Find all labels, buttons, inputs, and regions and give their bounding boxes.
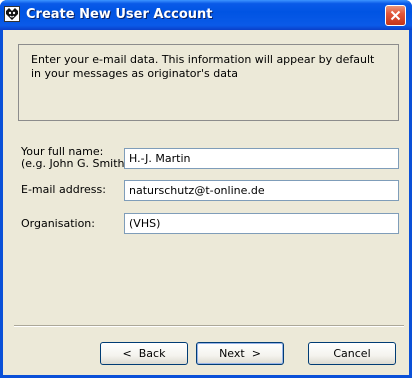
organisation-label: Organisation:	[21, 218, 95, 230]
info-text: Enter your e-mail data. This information…	[31, 53, 375, 80]
full-name-label: Your full name: (e.g. John G. Smith)	[21, 146, 129, 170]
email-field[interactable]	[124, 180, 399, 201]
close-icon	[390, 10, 401, 21]
back-button[interactable]: < Back	[100, 342, 188, 365]
dialog-window: Create New User Account Enter your e-mai…	[0, 0, 412, 378]
full-name-hint: (e.g. John G. Smith)	[21, 157, 129, 170]
organisation-label-text: Organisation:	[21, 217, 95, 230]
email-label-text: E-mail address:	[21, 183, 106, 196]
button-separator	[14, 325, 404, 327]
window-title: Create New User Account	[26, 7, 213, 22]
email-label: E-mail address:	[21, 184, 106, 196]
back-button-label: < Back	[122, 347, 166, 360]
title-bar[interactable]: Create New User Account	[0, 0, 412, 30]
full-name-field[interactable]	[124, 148, 399, 169]
info-box: Enter your e-mail data. This information…	[18, 44, 399, 121]
close-button[interactable]	[385, 5, 406, 26]
next-button-label: Next >	[219, 347, 261, 360]
cancel-button[interactable]: Cancel	[308, 342, 396, 365]
cancel-button-label: Cancel	[333, 347, 371, 360]
next-button[interactable]: Next >	[196, 342, 284, 365]
app-icon[interactable]	[4, 6, 20, 22]
organisation-field[interactable]	[124, 213, 399, 234]
